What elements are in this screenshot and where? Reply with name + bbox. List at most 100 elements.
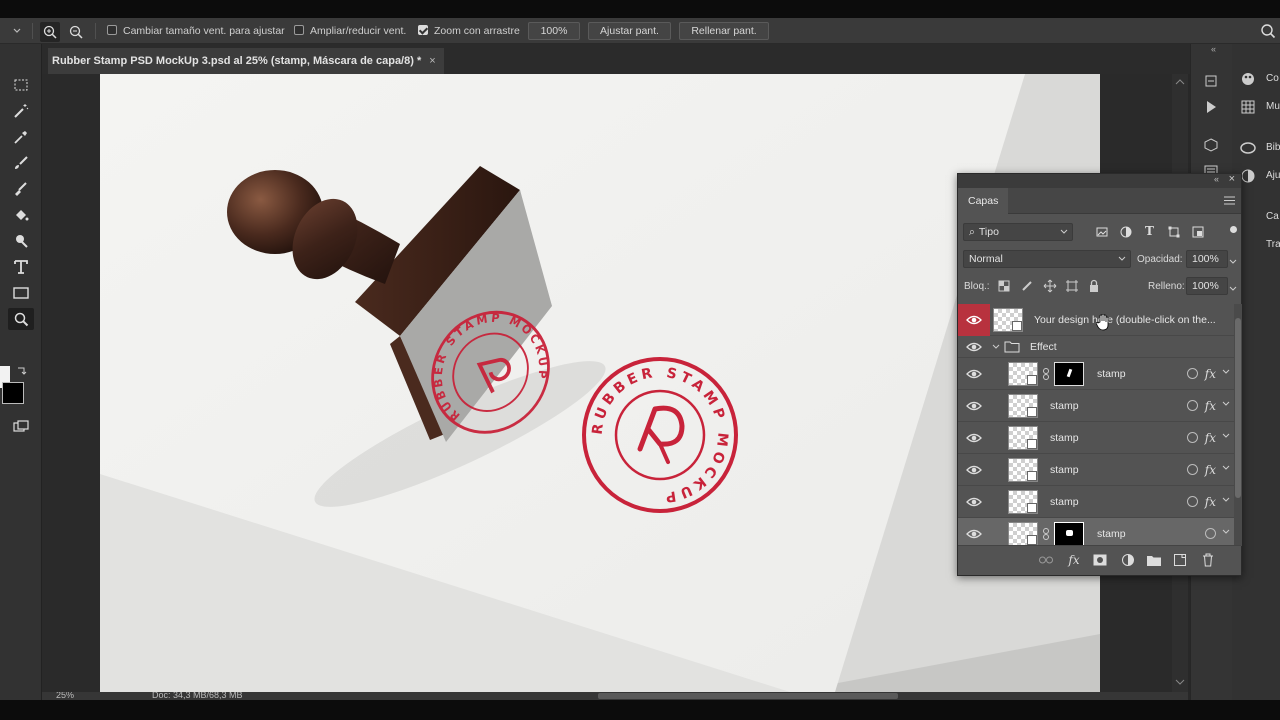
- fx-icon[interactable]: fx: [1205, 463, 1216, 477]
- checkbox-box[interactable]: [294, 25, 304, 35]
- blend-mode-select[interactable]: Normal: [963, 250, 1131, 268]
- eye-icon[interactable]: [966, 527, 982, 541]
- chevron-down-icon[interactable]: [1222, 528, 1230, 536]
- paths-panel-label[interactable]: Tra: [1266, 239, 1280, 250]
- zoom-out-button[interactable]: [66, 22, 86, 42]
- layer-row[interactable]: stamp fx: [958, 422, 1234, 454]
- horizontal-scrollbar[interactable]: [598, 693, 898, 699]
- new-group-icon[interactable]: [1146, 552, 1162, 568]
- delete-layer-icon[interactable]: [1200, 552, 1216, 568]
- swatches-panel-label[interactable]: Mu: [1266, 101, 1280, 112]
- eye-icon[interactable]: [966, 340, 982, 354]
- layer-filter-select[interactable]: ⌕ Tipo: [963, 223, 1073, 241]
- layer-name[interactable]: Your design here (double-click on the...: [1034, 304, 1226, 336]
- group-name[interactable]: Effect: [1030, 336, 1057, 358]
- color-panel-label[interactable]: Co: [1266, 73, 1279, 84]
- layer-name[interactable]: stamp: [1097, 518, 1126, 546]
- new-adjustment-icon[interactable]: [1120, 552, 1136, 568]
- filter-pixel-icon[interactable]: [1096, 226, 1108, 241]
- lock-pixels-icon[interactable]: [1021, 280, 1033, 295]
- type-tool[interactable]: [8, 256, 34, 278]
- opacity-input[interactable]: 100%: [1186, 250, 1228, 268]
- layer-mask-thumbnail[interactable]: [1054, 522, 1084, 546]
- close-tab-icon[interactable]: ×: [429, 55, 435, 67]
- link-icon[interactable]: [1042, 528, 1050, 540]
- eyedropper-tool[interactable]: [8, 126, 34, 148]
- lock-position-icon[interactable]: [1043, 279, 1057, 296]
- history-icon[interactable]: [1201, 72, 1221, 90]
- libraries-panel-label[interactable]: Bib: [1266, 142, 1280, 153]
- lock-artboard-icon[interactable]: [1065, 279, 1079, 296]
- layer-row[interactable]: stamp fx: [958, 454, 1234, 486]
- search-button[interactable]: [1258, 21, 1278, 41]
- lock-all-icon[interactable]: [1088, 279, 1100, 296]
- close-panel-icon[interactable]: ×: [1229, 173, 1235, 185]
- layer-name[interactable]: stamp: [1097, 358, 1126, 390]
- fill-input[interactable]: 100%: [1186, 277, 1228, 295]
- tool-preset-picker[interactable]: [2, 18, 24, 44]
- link-layers-icon[interactable]: [1038, 552, 1054, 568]
- 3d-cube-icon[interactable]: [1201, 136, 1221, 154]
- layer-name[interactable]: stamp: [1050, 486, 1079, 518]
- magic-wand-tool[interactable]: [8, 100, 34, 122]
- swap-colors-button[interactable]: [16, 364, 28, 376]
- brush-tool[interactable]: [8, 152, 34, 174]
- document-canvas[interactable]: RUBBER STAMP MOCKUP RUBBER STAMP MOCKUP: [100, 74, 1100, 692]
- eye-icon[interactable]: [966, 495, 982, 509]
- document-tab[interactable]: Rubber Stamp PSD MockUp 3.psd al 25% (st…: [48, 48, 444, 74]
- add-mask-icon[interactable]: [1092, 552, 1108, 568]
- layer-row[interactable]: stamp fx: [958, 486, 1234, 518]
- screen-mode-button[interactable]: [8, 416, 34, 438]
- dodge-tool[interactable]: [8, 230, 34, 252]
- zoom-in-button[interactable]: [40, 22, 60, 42]
- filter-adjustment-icon[interactable]: [1120, 226, 1132, 241]
- panel-menu-icon[interactable]: [1224, 196, 1235, 205]
- layer-mask-thumbnail[interactable]: [1054, 362, 1084, 386]
- fx-icon[interactable]: fx: [1205, 399, 1216, 413]
- rectangle-tool[interactable]: [8, 282, 34, 304]
- visibility-toggle[interactable]: [958, 304, 990, 336]
- panel-title-strip[interactable]: « ×: [958, 173, 1241, 188]
- marquee-tool[interactable]: [8, 74, 34, 96]
- adjustments-panel-label[interactable]: Aju: [1266, 170, 1280, 181]
- zoom-tool[interactable]: [8, 308, 34, 330]
- fx-icon[interactable]: fx: [1205, 367, 1216, 381]
- fill-screen-button[interactable]: Rellenar pant.: [679, 22, 769, 40]
- paint-bucket-tool[interactable]: [8, 204, 34, 226]
- lock-transparent-icon[interactable]: [998, 280, 1010, 295]
- filter-toggle[interactable]: [1230, 226, 1237, 233]
- tab-layers[interactable]: Capas: [958, 188, 1009, 214]
- layer-row-selected[interactable]: stamp: [958, 518, 1234, 546]
- layer-group-row[interactable]: Effect: [958, 336, 1234, 358]
- chevron-down-icon[interactable]: [1222, 400, 1230, 408]
- new-layer-icon[interactable]: [1172, 552, 1188, 568]
- actions-play-icon[interactable]: [1201, 98, 1221, 116]
- scroll-thumb[interactable]: [1235, 318, 1241, 498]
- layer-list-scrollbar[interactable]: [1234, 304, 1242, 546]
- libraries-icon[interactable]: [1238, 139, 1258, 157]
- grid-icon[interactable]: [1238, 98, 1258, 116]
- zoom-readout[interactable]: 25%: [56, 692, 74, 700]
- fx-icon[interactable]: fx: [1205, 431, 1216, 445]
- clone-stamp-tool[interactable]: [8, 178, 34, 200]
- chevron-down-icon[interactable]: [1222, 432, 1230, 440]
- link-icon[interactable]: [1042, 368, 1050, 380]
- chevron-down-icon[interactable]: [1222, 496, 1230, 504]
- collapse-dock-icon[interactable]: «: [1211, 44, 1216, 54]
- checkbox-box[interactable]: [107, 25, 117, 35]
- opacity-slider-toggle[interactable]: [1229, 256, 1237, 268]
- layer-name[interactable]: stamp: [1050, 422, 1079, 454]
- layer-name[interactable]: stamp: [1050, 390, 1079, 422]
- chevron-down-icon[interactable]: [1222, 464, 1230, 472]
- zoom-all-windows-checkbox[interactable]: Ampliar/reducir vent.: [294, 18, 406, 44]
- eye-icon[interactable]: [966, 431, 982, 445]
- layer-row[interactable]: stamp fx: [958, 358, 1234, 390]
- chevron-down-icon[interactable]: [1222, 368, 1230, 376]
- resize-windows-checkbox[interactable]: Cambiar tamaño vent. para ajustar: [107, 18, 285, 44]
- scrubby-zoom-checkbox[interactable]: Zoom con arrastre: [418, 18, 520, 44]
- fit-screen-button[interactable]: Ajustar pant.: [588, 22, 671, 40]
- channels-panel-label[interactable]: Ca: [1266, 211, 1279, 222]
- add-style-icon[interactable]: fx: [1066, 552, 1082, 568]
- filter-shape-icon[interactable]: [1168, 226, 1180, 241]
- eye-icon[interactable]: [966, 367, 982, 381]
